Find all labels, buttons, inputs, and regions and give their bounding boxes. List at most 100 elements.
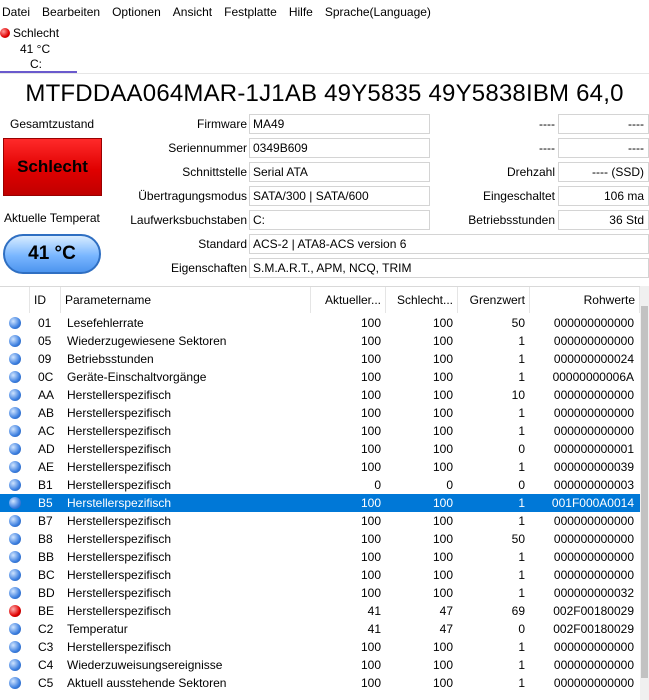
cell-current: 100 bbox=[360, 460, 381, 474]
drive-letters-field: C: bbox=[249, 210, 430, 230]
cell-raw: 000000000032 bbox=[553, 586, 634, 600]
scrollbar-thumb[interactable] bbox=[641, 306, 648, 678]
menu-item-4[interactable]: Festplatte bbox=[223, 2, 283, 22]
power-on-hours-field: 36 Std bbox=[558, 210, 649, 230]
cell-current: 100 bbox=[360, 658, 381, 672]
menu-item-1[interactable]: Bearbeiten bbox=[41, 2, 106, 22]
table-row[interactable]: B1 Herstellerspezifisch 0 0 0 000000000003 bbox=[0, 476, 640, 494]
cell-worst: 100 bbox=[432, 442, 453, 456]
cell-name: Herstellerspezifisch bbox=[67, 604, 172, 618]
table-row[interactable]: C4 Wiederzuweisungsereignisse 100 100 1 00000… bbox=[0, 656, 640, 674]
cell-id: AE bbox=[38, 460, 55, 474]
table-scrollbar[interactable] bbox=[640, 286, 649, 700]
good-status-icon bbox=[9, 533, 21, 545]
power-on-count-field: 106 ma bbox=[558, 186, 649, 206]
column-id[interactable]: ID bbox=[30, 287, 61, 313]
column-name[interactable]: Parametername bbox=[61, 287, 311, 313]
table-row[interactable]: C5 Aktuell ausstehende Sektoren 100 100 1 000… bbox=[0, 674, 640, 692]
interface-label: Schnittstelle bbox=[182, 165, 247, 179]
table-row[interactable]: B7 Herstellerspezifisch 100 100 1 00000000000… bbox=[0, 512, 640, 530]
good-status-icon bbox=[9, 515, 21, 527]
cell-worst: 100 bbox=[432, 550, 453, 564]
table-row[interactable]: 05 Wiederzugewiesene Sektoren 100 100 1 00000… bbox=[0, 332, 640, 350]
unknown-field-2: ---- bbox=[558, 138, 649, 158]
health-status-button[interactable]: Schlecht bbox=[3, 138, 102, 196]
cell-threshold: 0 bbox=[518, 442, 525, 456]
rotation-rate-field: ---- (SSD) bbox=[558, 162, 649, 182]
good-status-icon bbox=[9, 623, 21, 635]
cell-name: Temperatur bbox=[67, 622, 128, 636]
drive-model-title: MTFDDAA064MAR-1J1AB 49Y5835 49Y5838IBM 6… bbox=[25, 80, 624, 107]
cell-threshold: 1 bbox=[518, 568, 525, 582]
drive-tab-strip: Schlecht 41 °C C: bbox=[0, 24, 649, 74]
cell-raw: 000000000003 bbox=[553, 478, 634, 492]
unknown-label-2: ---- bbox=[539, 141, 555, 155]
transfer-mode-label: Übertragungsmodus bbox=[138, 189, 247, 203]
table-row[interactable]: AA Herstellerspezifisch 100 100 10 0000000000… bbox=[0, 386, 640, 404]
good-status-icon bbox=[9, 353, 21, 365]
good-status-icon bbox=[9, 659, 21, 671]
cell-name: Herstellerspezifisch bbox=[67, 640, 172, 654]
health-label: Gesamtzustand bbox=[10, 117, 95, 131]
cell-threshold: 1 bbox=[518, 460, 525, 474]
cell-worst: 100 bbox=[432, 352, 453, 366]
column-worst[interactable]: Schlecht... bbox=[386, 287, 458, 313]
menu-item-2[interactable]: Optionen bbox=[111, 2, 167, 22]
column-status[interactable] bbox=[0, 287, 30, 313]
good-status-icon bbox=[9, 425, 21, 437]
cell-threshold: 1 bbox=[518, 640, 525, 654]
cell-threshold: 1 bbox=[518, 676, 525, 690]
cell-id: BE bbox=[38, 604, 55, 618]
cell-id: AC bbox=[38, 424, 55, 438]
table-row[interactable]: BC Herstellerspezifisch 100 100 1 00000000000… bbox=[0, 566, 640, 584]
table-row[interactable]: B5 Herstellerspezifisch 100 100 1 001F000A001… bbox=[0, 494, 640, 512]
cell-worst: 100 bbox=[432, 514, 453, 528]
menu-item-5[interactable]: Hilfe bbox=[288, 2, 319, 22]
table-row[interactable]: B8 Herstellerspezifisch 100 100 50 0000000000… bbox=[0, 530, 640, 548]
cell-worst: 0 bbox=[446, 478, 453, 492]
table-row[interactable]: AB Herstellerspezifisch 100 100 1 00000000000… bbox=[0, 404, 640, 422]
cell-id: C3 bbox=[38, 640, 54, 654]
temperature-status-button[interactable]: 41 °C bbox=[3, 234, 101, 274]
cell-current: 0 bbox=[374, 478, 381, 492]
interface-field: Serial ATA bbox=[249, 162, 430, 182]
menu-item-0[interactable]: Datei bbox=[1, 2, 36, 22]
table-row[interactable]: BE Herstellerspezifisch 41 47 69 002F00180029 bbox=[0, 602, 640, 620]
column-raw[interactable]: Rohwerte bbox=[530, 287, 640, 313]
drive-tab-c[interactable]: Schlecht 41 °C C: bbox=[0, 24, 77, 73]
cell-current: 100 bbox=[360, 640, 381, 654]
table-row[interactable]: AC Herstellerspezifisch 100 100 1 00000000000… bbox=[0, 422, 640, 440]
table-row[interactable]: C3 Herstellerspezifisch 100 100 1 00000000000… bbox=[0, 638, 640, 656]
menu-item-6[interactable]: Sprache(Language) bbox=[324, 2, 437, 22]
cell-name: Herstellerspezifisch bbox=[67, 478, 172, 492]
cell-name: Herstellerspezifisch bbox=[67, 406, 172, 420]
menu-bar: Datei Bearbeiten Optionen Ansicht Festplatte… bbox=[0, 0, 649, 24]
cell-current: 100 bbox=[360, 370, 381, 384]
cell-id: AD bbox=[38, 442, 55, 456]
features-label: Eigenschaften bbox=[170, 261, 247, 275]
good-status-icon bbox=[9, 569, 21, 581]
cell-threshold: 1 bbox=[518, 496, 525, 510]
table-row[interactable]: BB Herstellerspezifisch 100 100 1 00000000000… bbox=[0, 548, 640, 566]
cell-id: BD bbox=[38, 586, 55, 600]
column-threshold[interactable]: Grenzwert bbox=[458, 287, 530, 313]
table-row[interactable]: C2 Temperatur 41 47 0 002F00180029 bbox=[0, 620, 640, 638]
cell-id: BB bbox=[38, 550, 55, 564]
cell-name: Herstellerspezifisch bbox=[67, 442, 172, 456]
table-row[interactable]: AE Herstellerspezifisch 100 100 1 00000000003… bbox=[0, 458, 640, 476]
table-row[interactable]: 0C Geräte-Einschaltvorgänge 100 100 1 0000000… bbox=[0, 368, 640, 386]
good-status-icon bbox=[9, 497, 21, 509]
column-current[interactable]: Aktueller... bbox=[311, 287, 386, 313]
smart-attributes-table[interactable]: ID Parametername Aktueller... Schlecht..… bbox=[0, 286, 649, 700]
cell-name: Lesefehlerrate bbox=[67, 316, 144, 330]
cell-worst: 100 bbox=[432, 316, 453, 330]
table-row[interactable]: BD Herstellerspezifisch 100 100 1 00000000003… bbox=[0, 584, 640, 602]
drive-tab-status: Schlecht bbox=[13, 26, 60, 40]
table-row[interactable]: AD Herstellerspezifisch 100 100 0 00000000000… bbox=[0, 440, 640, 458]
table-row[interactable]: 01 Lesefehlerrate 100 100 50 000000000000 bbox=[0, 314, 640, 332]
cell-worst: 100 bbox=[432, 640, 453, 654]
cell-threshold: 1 bbox=[518, 658, 525, 672]
unknown-field-1: ---- bbox=[558, 114, 649, 134]
table-row[interactable]: 09 Betriebsstunden 100 100 1 000000000024 bbox=[0, 350, 640, 368]
menu-item-3[interactable]: Ansicht bbox=[172, 2, 218, 22]
